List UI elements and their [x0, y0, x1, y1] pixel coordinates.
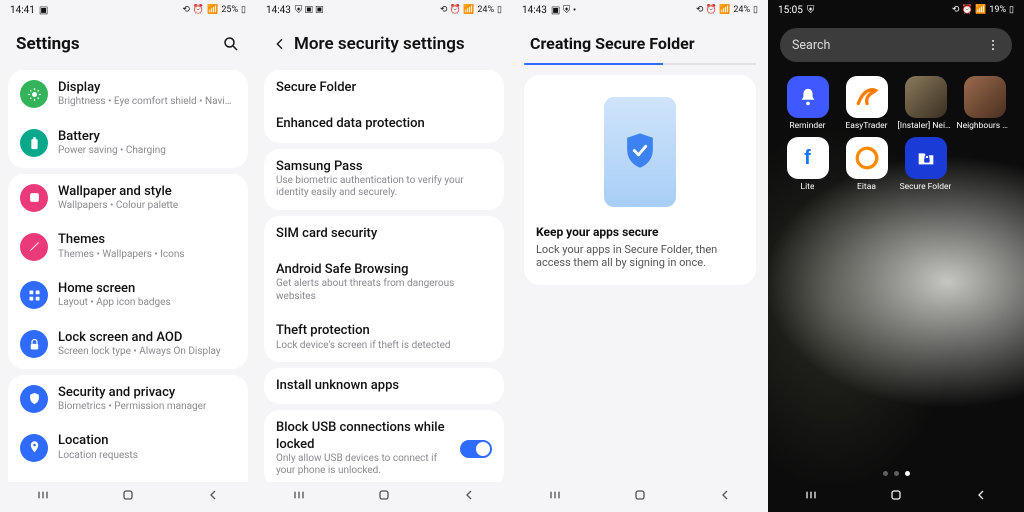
- battery-percent: 24%: [733, 5, 750, 15]
- page-title: More security settings: [294, 34, 465, 54]
- lock-folder-icon: [905, 137, 947, 179]
- settings-item-safety[interactable]: Safety and emergencyMedical info • Wirel…: [8, 472, 248, 482]
- app-secure-folder[interactable]: Secure Folder: [896, 137, 955, 192]
- app-installer-neighbours[interactable]: [Instaler] Neighb...: [896, 76, 955, 131]
- signal-icon: 📶: [207, 5, 218, 15]
- status-bar: 14:41 ▣ ⟲ ⏰ 📶 25% ▯: [0, 0, 256, 20]
- item-safe-browsing[interactable]: Android Safe BrowsingGet alerts about th…: [264, 252, 504, 313]
- recents-icon[interactable]: [291, 487, 307, 503]
- brush-icon: [20, 233, 48, 261]
- shield-check-icon: [622, 132, 658, 172]
- search-placeholder: Search: [792, 38, 986, 53]
- app-eitaa[interactable]: Eitaa: [837, 137, 896, 192]
- home-icon[interactable]: [888, 487, 904, 503]
- status-time: 14:41: [10, 5, 35, 16]
- pin-icon: [20, 434, 48, 462]
- status-time: 15:05: [778, 5, 803, 16]
- home-icon[interactable]: [632, 487, 648, 503]
- settings-item-home[interactable]: Home screenLayout • App icon badges: [8, 271, 248, 320]
- battery-percent: 25%: [221, 5, 238, 15]
- search-bar[interactable]: Search: [780, 28, 1012, 62]
- settings-item-wallpaper[interactable]: Wallpaper and styleWallpapers • Colour p…: [8, 174, 248, 223]
- status-camera-icon: ▣: [39, 5, 48, 16]
- card-body: Lock your apps in Secure Folder, then ac…: [536, 243, 744, 269]
- item-samsung-pass[interactable]: Samsung PassUse biometric authentication…: [264, 149, 504, 210]
- settings-item-security[interactable]: Security and privacyBiometrics • Permiss…: [8, 375, 248, 424]
- status-time: 14:43: [522, 5, 547, 16]
- battery-icon: [20, 129, 48, 157]
- card-heading: Keep your apps secure: [536, 225, 744, 239]
- settings-item-lockscreen[interactable]: Lock screen and AODScreen lock type • Al…: [8, 320, 248, 369]
- battery-percent: 24%: [477, 5, 494, 15]
- toggle-block-usb[interactable]: [460, 440, 492, 458]
- sun-icon: [20, 80, 48, 108]
- page-title: Creating Secure Folder: [512, 20, 768, 63]
- recents-icon[interactable]: [35, 487, 51, 503]
- search-icon[interactable]: [222, 35, 240, 53]
- page-indicator: [768, 471, 1024, 476]
- settings-item-display[interactable]: DisplayBrightness • Eye comfort shield •…: [8, 70, 248, 119]
- game-icon: [964, 76, 1006, 118]
- settings-item-themes[interactable]: ThemesThemes • Wallpapers • Icons: [8, 222, 248, 271]
- battery-icon: ▯: [241, 5, 246, 15]
- item-title: Display: [58, 80, 236, 96]
- settings-item-location[interactable]: LocationLocation requests: [8, 423, 248, 472]
- item-theft-protection[interactable]: Theft protectionLock device's screen if …: [264, 313, 504, 362]
- progress-bar: [524, 63, 756, 65]
- lock-icon: [20, 330, 48, 358]
- back-button[interactable]: [272, 36, 294, 52]
- app-reminder[interactable]: Reminder: [778, 76, 837, 131]
- back-icon[interactable]: [717, 487, 733, 503]
- back-icon[interactable]: [461, 487, 477, 503]
- shield-icon: [20, 385, 48, 413]
- app-neighbours[interactable]: Neighbours Fro...: [955, 76, 1014, 131]
- screen-secure-folder: 14:43 ▣ ⛨ • ⟲ ⏰ 📶 24% ▯ Creating Secure …: [512, 0, 768, 512]
- recents-icon[interactable]: [547, 487, 563, 503]
- app-lite[interactable]: f Lite: [778, 137, 837, 192]
- bell-icon: [787, 76, 829, 118]
- game-icon: [905, 76, 947, 118]
- palette-icon: [20, 184, 48, 212]
- back-icon[interactable]: [205, 487, 221, 503]
- home-icon[interactable]: [376, 487, 392, 503]
- item-unknown-apps[interactable]: Install unknown apps: [264, 368, 504, 404]
- app-easytrader[interactable]: EasyTrader: [837, 76, 896, 131]
- item-sim-security[interactable]: SIM card security: [264, 216, 504, 252]
- eitaa-icon: [846, 137, 888, 179]
- facebook-icon: f: [787, 137, 829, 179]
- recents-icon[interactable]: [803, 487, 819, 503]
- item-sub: Brightness • Eye comfort shield • Naviga…: [58, 96, 236, 109]
- alarm-icon: ⏰: [193, 5, 204, 15]
- hero-illustration: [536, 91, 744, 225]
- grid-icon: [20, 281, 48, 309]
- nav-bar: [0, 482, 256, 512]
- home-icon[interactable]: [120, 487, 136, 503]
- link-icon: ⟲: [182, 5, 190, 15]
- screen-more-security: 14:43 ⛨ ▣ ▣ ⟲ ⏰ 📶 24% ▯ More security se…: [256, 0, 512, 512]
- screen-home: 15:05 ⛨ ⟲ ⏰ 📶 19% ▯ Search Reminder Easy…: [768, 0, 1024, 512]
- item-enhanced-data[interactable]: Enhanced data protection: [264, 106, 504, 142]
- item-block-usb[interactable]: Block USB connections while lockedOnly a…: [264, 410, 504, 482]
- battery-percent: 19%: [989, 5, 1006, 15]
- swoosh-icon: [846, 76, 888, 118]
- item-secure-folder[interactable]: Secure Folder: [264, 70, 504, 106]
- page-title: Settings: [16, 34, 222, 54]
- settings-item-battery[interactable]: BatteryPower saving • Charging: [8, 119, 248, 168]
- back-icon[interactable]: [973, 487, 989, 503]
- more-icon[interactable]: [986, 38, 1000, 52]
- screen-settings: 14:41 ▣ ⟲ ⏰ 📶 25% ▯ Settings DisplayBrig…: [0, 0, 256, 512]
- status-time: 14:43: [266, 5, 291, 16]
